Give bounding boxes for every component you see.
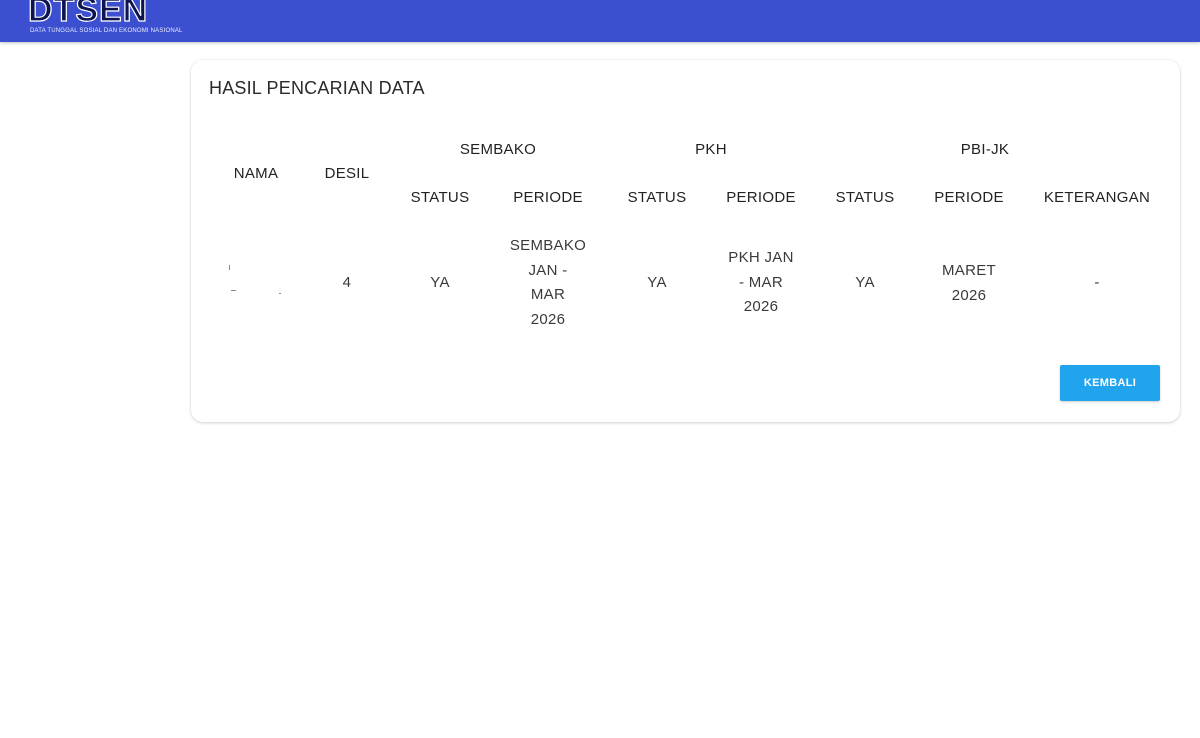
column-header-sembako: SEMBAKO [459,141,537,158]
column-header-pkh-periode: PERIODE [726,189,796,206]
cell-pbi-periode: MARET 2026 [924,259,1014,308]
column-header-pkh: PKH [695,141,727,158]
pkh-periode-line: PKH JAN [728,249,794,266]
sembako-periode-line: SEMBAKO [509,237,587,254]
cell-keterangan: - [1094,274,1100,291]
column-header-nama: NAMA [233,165,279,182]
search-result-card: HASIL PENCARIAN DATA NAMA DESIL SEMBAKO … [191,60,1180,422]
column-header-pbi-status: STATUS [835,189,895,206]
sembako-periode-line: MAR [530,286,566,303]
top-app-bar: DTSEN DATA TUNGGAL SOSIAL DAN EKONOMI NA… [0,0,1200,42]
pbi-periode-line: 2026 [951,286,987,304]
page-title: HASIL PENCARIAN DATA [209,78,425,98]
pkh-periode-line: - MAR [739,273,783,291]
logo-tagline: DATA TUNGGAL SOSIAL DAN EKONOMI NASIONAL [30,28,183,34]
pbi-periode-line: MARET [942,262,996,279]
column-header-keterangan: KETERANGAN [1043,189,1151,206]
column-header-pbi-periode: PERIODE [934,189,1004,206]
dtsen-logo[interactable]: DTSEN [27,0,148,30]
column-header-desil: DESIL [324,165,370,182]
column-header-sembako-status: STATUS [410,189,470,206]
cell-pbi-status: YA [855,274,875,291]
cell-pkh-periode: PKH JAN - MAR 2026 [716,246,806,320]
cell-sembako-status: YA [430,274,450,291]
cell-pkh-status: YA [647,274,667,291]
sembako-periode-line: 2026 [530,310,566,328]
sembako-periode-line: JAN - [528,261,568,279]
pkh-periode-line: 2026 [743,298,779,315]
column-header-sembako-periode: PERIODE [513,189,583,206]
column-header-pkh-status: STATUS [627,189,687,206]
column-header-pbi-jk: PBI-JK [960,141,1010,158]
redacted-name-cell [229,265,289,295]
kembali-button[interactable]: KEMBALI [1060,365,1160,401]
cell-sembako-periode: SEMBAKO JAN - MAR 2026 [503,234,593,332]
cell-desil: 4 [342,274,352,291]
